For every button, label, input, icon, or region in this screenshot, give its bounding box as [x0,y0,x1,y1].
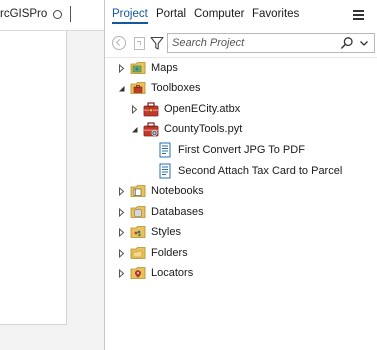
back-button[interactable] [110,34,128,52]
search-icon[interactable] [340,36,354,50]
view-tab-label[interactable]: rcGISPro [0,8,47,20]
tab-project[interactable]: Project [112,8,148,24]
filter-button[interactable] [148,34,166,52]
map-view-area: rcGISPro [0,0,104,350]
tree-item-label: Locators [151,267,194,279]
toolboxes-folder-icon [130,80,146,96]
script-tool-icon [157,163,173,179]
styles-folder-icon [130,224,146,240]
script-tool-icon [157,142,173,158]
tree-item-countytools-pyt[interactable]: CountyTools.pyt [130,119,242,139]
collapsed-caret-icon[interactable] [117,63,126,73]
tree-item-label: First Convert JPG To PDF [178,144,305,156]
tree-item-styles[interactable]: Styles [117,222,181,242]
folders-folder-icon [130,245,146,261]
tab-portal[interactable]: Portal [156,8,186,20]
forward-button[interactable] [130,34,148,52]
tree-item-databases[interactable]: Databases [117,202,204,222]
pane-menu-icon[interactable] [353,10,364,20]
tab-computer[interactable]: Computer [194,8,245,20]
filter-icon [150,36,164,50]
notebooks-folder-icon [130,183,146,199]
tab-close-icon[interactable] [53,10,62,19]
tree-item-label: Second Attach Tax Card to Parcel [178,165,343,177]
tree-item-second-attach-tax-card[interactable]: Second Attach Tax Card to Parcel [157,161,342,181]
toolbox-icon [143,101,159,117]
tree-item-first-convert-jpg-to-pdf[interactable]: First Convert JPG To PDF [157,140,305,160]
tree-item-label: Styles [151,226,181,238]
collapsed-caret-icon[interactable] [117,186,126,196]
tree-item-label: Maps [151,62,178,74]
collapsed-caret-icon[interactable] [117,227,126,237]
search-box [167,33,375,53]
tree-item-locators[interactable]: Locators [117,263,193,283]
tree-item-toolboxes[interactable]: Toolboxes [117,78,201,98]
catalog-toolbar [105,31,377,55]
tree-item-notebooks[interactable]: Notebooks [117,181,204,201]
tree-item-label: OpenECity.atbx [164,103,241,115]
tree-item-label: Toolboxes [151,82,201,94]
tree-item-label: Folders [151,247,188,259]
chevron-down-icon[interactable] [358,37,370,49]
catalog-tabs: Project Portal Computer Favorites [105,0,377,28]
tree-item-folders[interactable]: Folders [117,243,188,263]
collapsed-caret-icon[interactable] [117,207,126,217]
collapsed-caret-icon[interactable] [130,104,139,114]
forward-page-icon [133,36,145,50]
maps-folder-icon [130,60,146,76]
expanded-caret-icon[interactable] [130,125,139,134]
collapsed-caret-icon[interactable] [117,248,126,258]
tree-item-label: Notebooks [151,185,204,197]
catalog-pane: Project Portal Computer Favorites Search… [104,0,377,350]
locators-folder-icon [130,265,146,281]
python-toolbox-icon [143,121,159,137]
view-document [0,31,67,325]
tree-item-maps[interactable]: Maps [117,58,178,78]
tree-item-label: CountyTools.pyt [164,123,243,135]
expanded-caret-icon[interactable] [117,84,126,93]
tree-item-openecity-atbx[interactable]: OpenECity.atbx [130,99,240,119]
search-input[interactable] [172,34,332,52]
collapsed-caret-icon[interactable] [117,268,126,278]
text-cursor [70,6,71,22]
tab-favorites[interactable]: Favorites [252,8,299,20]
databases-folder-icon [130,204,146,220]
view-tab-bar: rcGISPro [0,0,104,31]
back-arrow-icon [112,36,126,50]
tree-item-label: Databases [151,206,204,218]
